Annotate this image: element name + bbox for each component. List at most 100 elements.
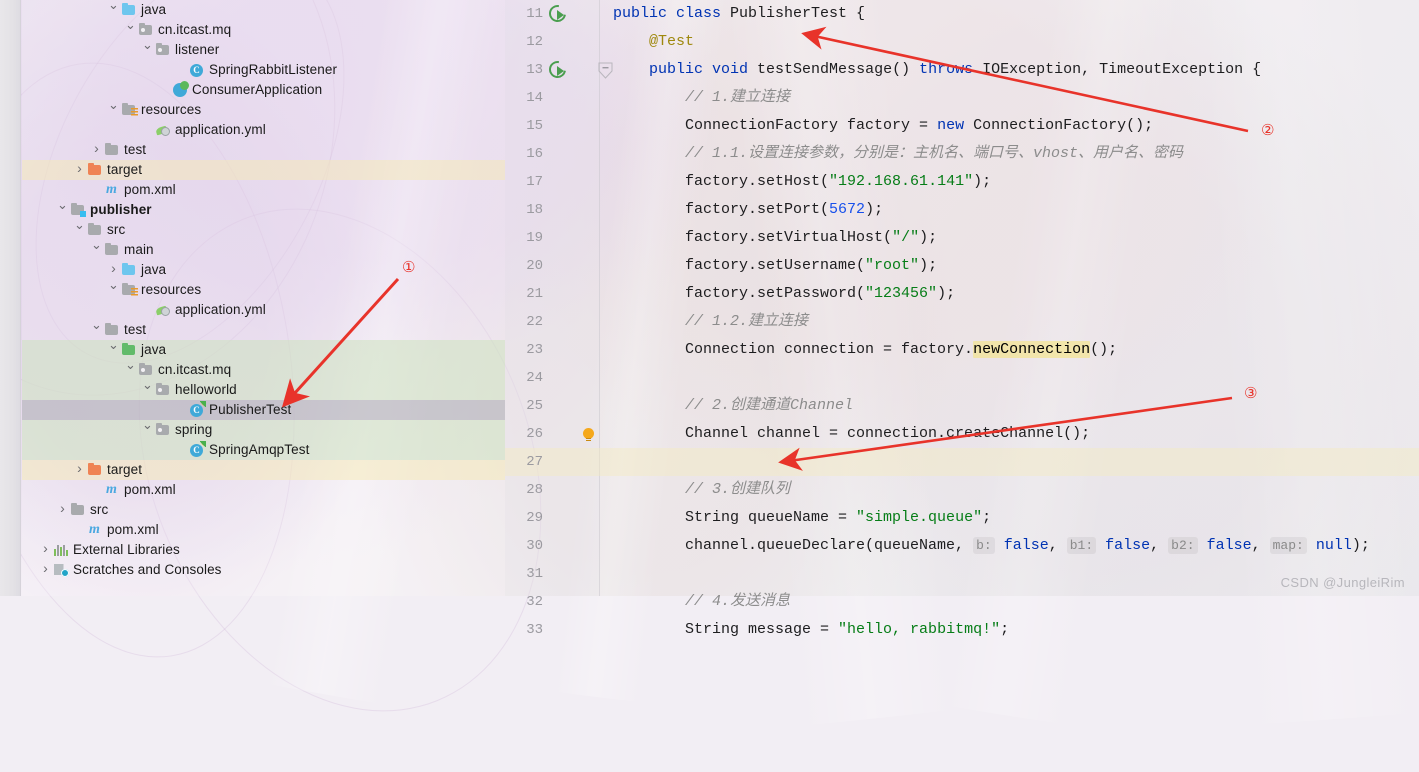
test-source-folder-icon	[120, 342, 137, 355]
tree-item-cn-itcast-mq[interactable]: cn.itcast.mq	[22, 360, 505, 380]
code-line[interactable]: 32 // 4.发送消息	[505, 588, 1419, 616]
code-line[interactable]: 14 // 1.建立连接	[505, 84, 1419, 112]
chevron-right-icon[interactable]	[39, 558, 52, 580]
tree-item-label: resources	[141, 102, 202, 117]
tree-item-label: java	[141, 262, 167, 277]
chevron-right-icon[interactable]	[73, 458, 86, 480]
tree-item-label: application.yml	[175, 302, 266, 317]
chevron-right-icon[interactable]	[56, 498, 69, 520]
chevron-down-icon[interactable]	[107, 279, 120, 300]
tree-item-java[interactable]: java	[22, 340, 505, 360]
tree-item-springrabbitlistener[interactable]: C SpringRabbitListener	[22, 60, 505, 80]
code-line[interactable]: 21 factory.setPassword("123456");	[505, 280, 1419, 308]
chevron-down-icon[interactable]	[141, 379, 154, 400]
code-editor[interactable]: 11 public class PublisherTest {12 @Test 13…	[505, 0, 1419, 638]
code-line[interactable]: 16 // 1.1.设置连接参数，分别是：主机名、端口号、vhost、用户名、密…	[505, 140, 1419, 168]
line-number: 25	[526, 398, 543, 414]
project-tree-panel[interactable]: java cn.itcast.mq listener C SpringRabbitLis…	[22, 0, 505, 596]
tree-item-java[interactable]: java	[22, 0, 505, 20]
run-test-icon[interactable]	[549, 5, 567, 23]
resources-folder-icon	[120, 282, 138, 296]
scratches-consoles-icon	[52, 564, 69, 577]
code-line[interactable]: 25 // 2.创建通道Channel	[505, 392, 1419, 420]
tree-item-label: application.yml	[175, 122, 266, 137]
chevron-down-icon[interactable]	[56, 199, 69, 220]
code-line[interactable]: 26 Channel channel = connection.createCh…	[505, 420, 1419, 448]
code-line[interactable]: 23 Connection connection = factory.newCo…	[505, 336, 1419, 364]
code-line[interactable]: 28 // 3.创建队列	[505, 476, 1419, 504]
tree-item-springamqptest[interactable]: C SpringAmqpTest	[22, 440, 505, 460]
chevron-down-icon[interactable]	[141, 39, 154, 60]
chevron-down-icon[interactable]	[141, 419, 154, 440]
tree-item-src[interactable]: src	[22, 500, 505, 520]
chevron-down-icon[interactable]	[124, 19, 137, 40]
tree-item-main[interactable]: main	[22, 240, 505, 260]
tree-item-consumerapplication[interactable]: ConsumerApplication	[22, 80, 505, 100]
chevron-right-icon[interactable]	[73, 158, 86, 180]
tree-item-cn-itcast-mq[interactable]: cn.itcast.mq	[22, 20, 505, 40]
chevron-down-icon[interactable]	[90, 319, 103, 340]
tree-item-helloworld[interactable]: helloworld	[22, 380, 505, 400]
tree-item-label: resources	[141, 282, 202, 297]
chevron-down-icon[interactable]	[90, 239, 103, 260]
code-line[interactable]: 33 String message = "hello, rabbitmq!";	[505, 616, 1419, 644]
editor-code-area[interactable]: 11 public class PublisherTest {12 @Test 13…	[505, 0, 1419, 644]
tree-item-listener[interactable]: listener	[22, 40, 505, 60]
tree-item-spring[interactable]: spring	[22, 420, 505, 440]
tree-item-test[interactable]: test	[22, 320, 505, 340]
tree-item-external-libraries[interactable]: External Libraries	[22, 540, 505, 560]
chevron-right-icon[interactable]	[39, 538, 52, 560]
tree-item-label: target	[107, 162, 143, 177]
intention-bulb-icon[interactable]	[583, 428, 594, 441]
chevron-down-icon[interactable]	[107, 339, 120, 360]
external-libraries-icon	[52, 544, 69, 556]
code-text: factory.setPassword("123456");	[685, 285, 956, 302]
code-line[interactable]: 12 @Test	[505, 28, 1419, 56]
tree-item-publishertest[interactable]: C PublisherTest	[22, 400, 505, 420]
csdn-watermark: CSDN @JungleiRim	[1280, 575, 1405, 590]
code-text: ConnectionFactory factory = new Connecti…	[685, 117, 1154, 134]
tree-item-scratches-and-consoles[interactable]: Scratches and Consoles	[22, 560, 505, 580]
chevron-down-icon[interactable]	[107, 99, 120, 120]
code-line[interactable]: 20 factory.setUsername("root");	[505, 252, 1419, 280]
tree-item-resources[interactable]: resources	[22, 100, 505, 120]
tree-item-application-yml[interactable]: application.yml	[22, 120, 505, 140]
code-text: // 1.2.建立连接	[685, 313, 809, 330]
tree-item-test[interactable]: test	[22, 140, 505, 160]
tree-item-label: Scratches and Consoles	[73, 562, 222, 577]
tree-item-publisher[interactable]: publisher	[22, 200, 505, 220]
code-line[interactable]: 13 public void testSendMessage() throws …	[505, 56, 1419, 84]
code-line[interactable]: 19 factory.setVirtualHost("/");	[505, 224, 1419, 252]
code-line[interactable]: 24	[505, 364, 1419, 392]
code-line[interactable]: 11 public class PublisherTest {	[505, 0, 1419, 28]
java-test-class-icon: C	[188, 400, 206, 417]
tree-item-java[interactable]: java	[22, 260, 505, 280]
code-text: // 1.1.设置连接参数，分别是：主机名、端口号、vhost、用户名、密码	[685, 145, 1184, 162]
code-line[interactable]: 29 String queueName = "simple.queue";	[505, 504, 1419, 532]
tree-item-pom-xml[interactable]: m pom.xml	[22, 520, 505, 540]
run-test-icon[interactable]	[549, 61, 567, 79]
chevron-down-icon[interactable]	[73, 219, 86, 240]
code-line[interactable]: 27	[505, 448, 1419, 476]
tree-item-pom-xml[interactable]: m pom.xml	[22, 180, 505, 200]
chevron-down-icon[interactable]	[107, 0, 120, 20]
excluded-folder-icon	[86, 162, 103, 175]
code-line[interactable]: 22 // 1.2.建立连接	[505, 308, 1419, 336]
chevron-right-icon[interactable]	[90, 138, 103, 160]
maven-pom-icon: m	[106, 482, 117, 497]
tree-item-target[interactable]: target	[22, 460, 505, 480]
code-line[interactable]: 30 channel.queueDeclare(queueName, b: fa…	[505, 532, 1419, 560]
tree-item-resources[interactable]: resources	[22, 280, 505, 300]
code-fold-icon[interactable]	[598, 62, 613, 79]
code-line[interactable]: 18 factory.setPort(5672);	[505, 196, 1419, 224]
excluded-folder-icon	[86, 462, 103, 475]
tree-item-pom-xml[interactable]: m pom.xml	[22, 480, 505, 500]
code-line[interactable]: 17 factory.setHost("192.168.61.141");	[505, 168, 1419, 196]
tree-item-target[interactable]: target	[22, 160, 505, 180]
resources-folder-icon	[120, 102, 138, 116]
code-text: factory.setPort(5672);	[685, 201, 884, 218]
tree-item-label: SpringRabbitListener	[209, 62, 338, 77]
code-text: factory.setUsername("root");	[685, 257, 938, 274]
chevron-down-icon[interactable]	[124, 359, 137, 380]
code-line[interactable]: 15 ConnectionFactory factory = new Conne…	[505, 112, 1419, 140]
